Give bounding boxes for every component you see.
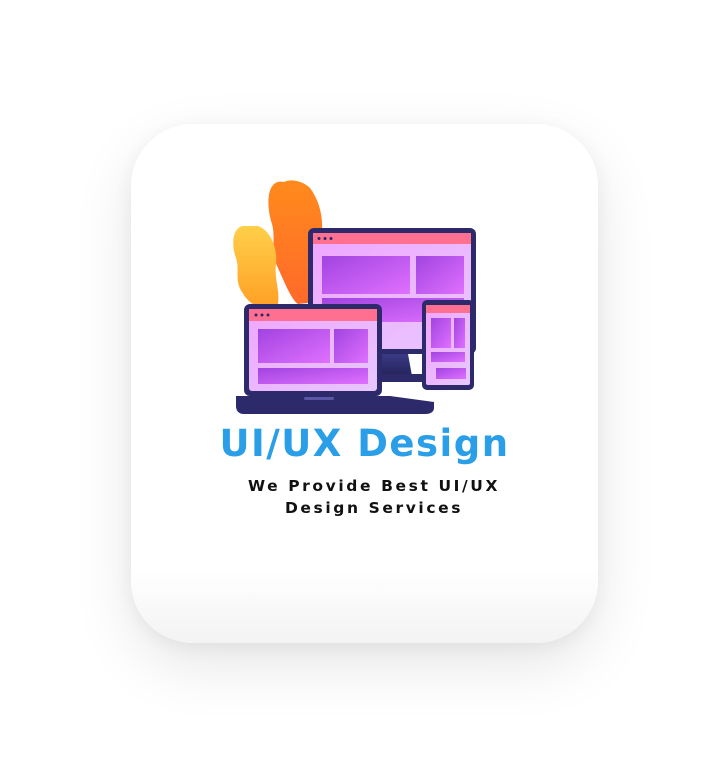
card-subtitle: We Provide Best UI/UX Design Services <box>247 477 501 517</box>
phone-icon <box>422 300 474 390</box>
page: UI/UX Design We Provide Best UI/UX Desig… <box>0 0 718 770</box>
responsive-devices-illustration <box>233 180 476 414</box>
card-title: UI/UX Design <box>219 422 510 465</box>
